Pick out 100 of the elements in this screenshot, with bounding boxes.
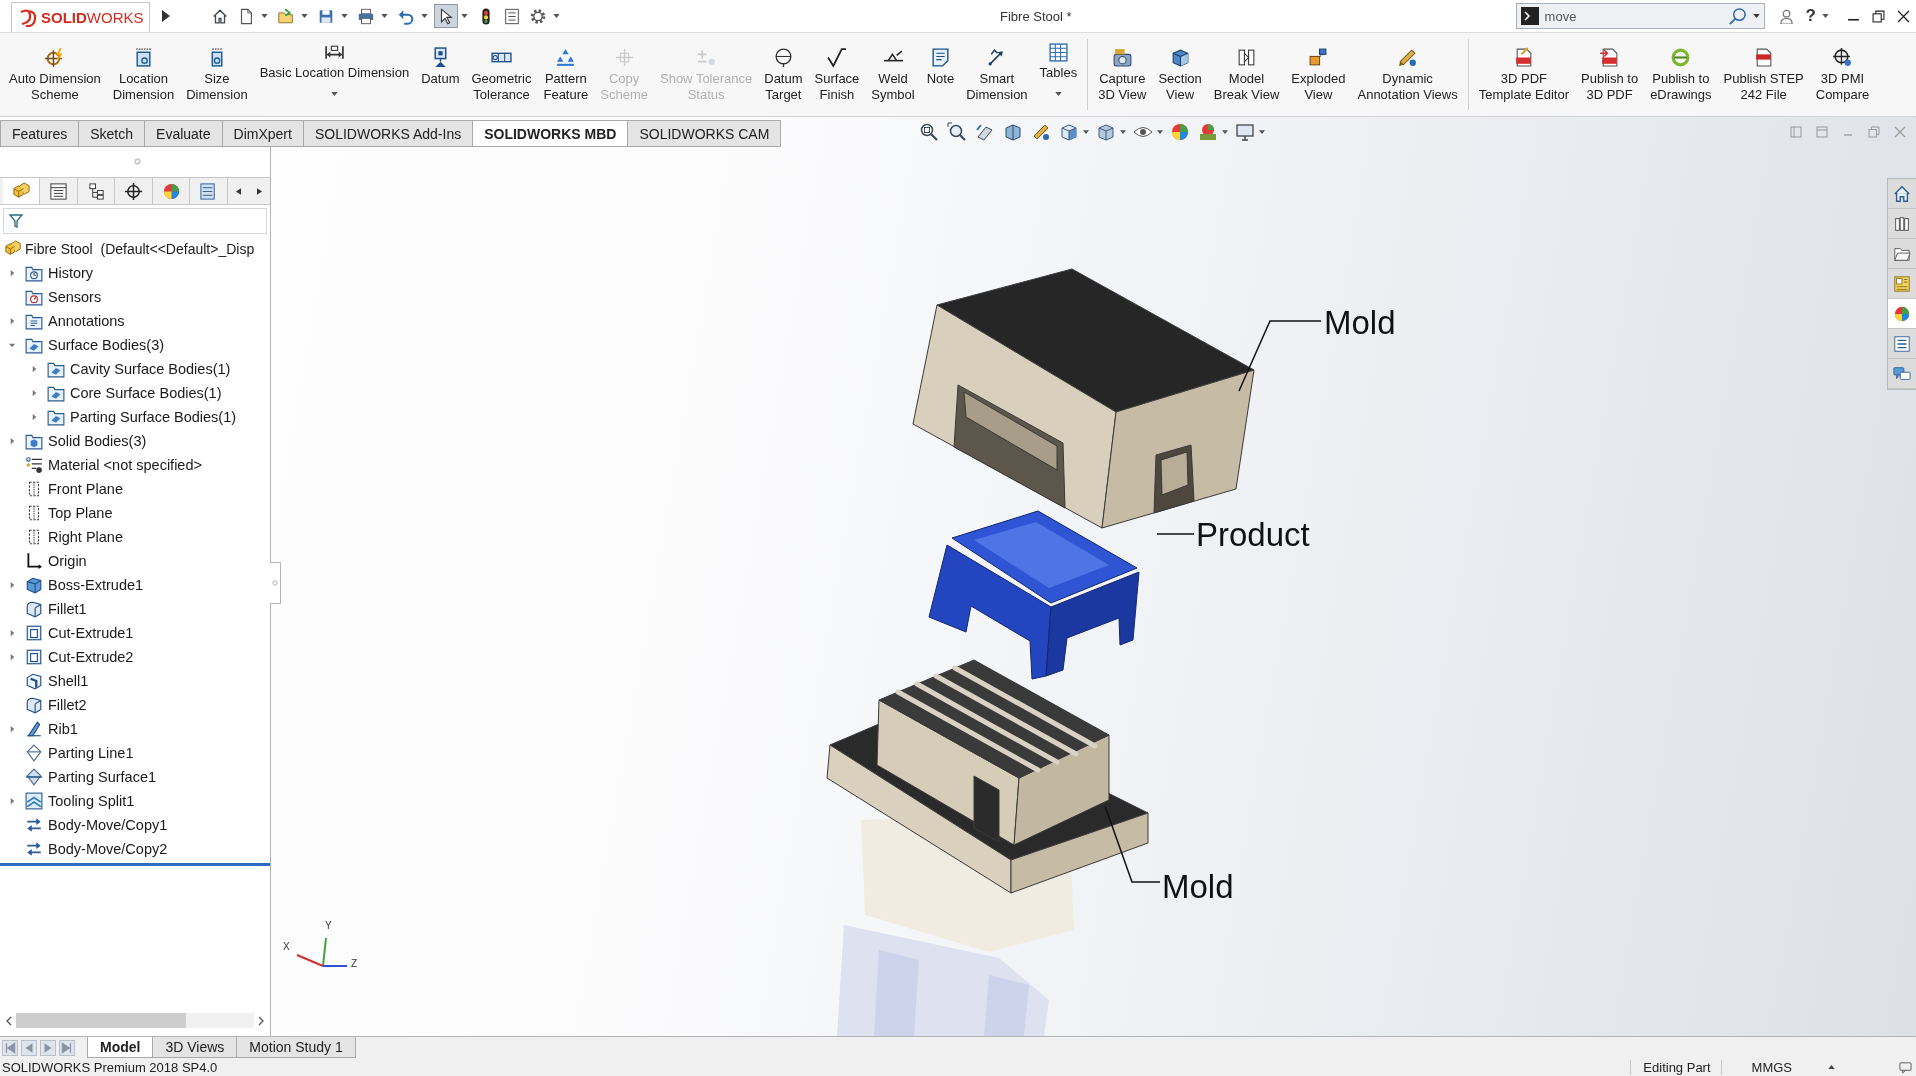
toolbar-button[interactable] [434, 4, 458, 28]
triangle-right-icon[interactable] [9, 317, 16, 325]
ribbon-button[interactable]: Datum [415, 33, 466, 116]
ribbon-button[interactable]: Note [920, 33, 961, 116]
ribbon-button[interactable]: Smart Dimension [960, 33, 1034, 116]
task-pane-tab[interactable] [1888, 209, 1916, 239]
tree-item[interactable]: Annotations [48, 313, 125, 329]
view-toolbar-button[interactable] [1058, 121, 1080, 143]
ribbon-button[interactable]: Weld Symbol [865, 33, 921, 116]
tree-item[interactable]: Parting Line1 [48, 745, 134, 761]
ribbon-button[interactable]: Capture 3D View [1092, 33, 1153, 116]
command-tab[interactable]: DimXpert [221, 120, 304, 147]
caret-icon[interactable] [261, 14, 268, 18]
search-field[interactable]: move [1544, 8, 1722, 24]
user-icon[interactable] [1778, 8, 1794, 24]
close-icon[interactable] [1897, 9, 1910, 23]
caret-icon[interactable] [1054, 92, 1062, 96]
tree-item[interactable]: Top Plane [48, 505, 113, 521]
task-pane-tab[interactable] [1888, 239, 1916, 269]
view-toolbar-button[interactable] [918, 121, 940, 143]
ribbon-button[interactable]: Tables [1033, 33, 1084, 116]
triangle-right-icon[interactable] [9, 653, 16, 661]
triangle-right-icon[interactable] [9, 581, 16, 589]
command-tab[interactable]: SOLIDWORKS CAM [627, 120, 782, 147]
view-toolbar-button[interactable] [1169, 121, 1191, 143]
chevron-right-icon[interactable] [258, 1015, 264, 1026]
panel-handle[interactable] [270, 562, 281, 604]
triangle-right-icon[interactable] [31, 365, 38, 373]
restore-icon[interactable] [1872, 9, 1885, 23]
command-tab[interactable]: Evaluate [144, 120, 223, 147]
triangle-right-icon[interactable] [9, 437, 16, 445]
caret-up-icon[interactable] [1828, 1065, 1835, 1069]
tree-item[interactable]: Core Surface Bodies(1) [70, 385, 222, 401]
tree-item[interactable]: Fillet2 [48, 697, 87, 713]
caret-icon[interactable] [330, 92, 338, 96]
command-tab[interactable]: Features [0, 120, 80, 147]
tree-item[interactable]: Body-Move/Copy1 [48, 817, 168, 833]
tree-item[interactable]: Material <not specified> [48, 457, 202, 473]
tree-item[interactable]: Parting Surface1 [48, 769, 156, 785]
tree-item[interactable]: Cavity Surface Bodies(1) [70, 361, 231, 377]
units-selector[interactable]: MMGS [1720, 1059, 1804, 1075]
command-tab[interactable]: SOLIDWORKS MBD [472, 120, 629, 147]
bottom-tab[interactable]: Motion Study 1 [236, 1037, 356, 1058]
tree-item[interactable]: Fibre Stool (Default<<Default>_Disp [25, 241, 255, 257]
task-pane-tab[interactable] [1888, 359, 1916, 389]
triangle-right-icon[interactable] [31, 389, 38, 397]
ribbon-button[interactable]: 3D PMI Compare [1809, 33, 1876, 116]
skip-first-icon[interactable] [2, 1039, 18, 1056]
ribbon-button[interactable]: Dynamic Annotation Views [1351, 33, 1464, 116]
caret-icon[interactable] [421, 14, 428, 18]
triangle-right-icon[interactable] [9, 269, 16, 277]
scrollbar-track[interactable] [16, 1013, 254, 1028]
tree-item[interactable]: Surface Bodies(3) [48, 337, 165, 353]
task-pane-tab[interactable] [1888, 179, 1916, 209]
tree-item[interactable]: Rib1 [48, 721, 78, 737]
tree-item[interactable]: Origin [48, 553, 87, 569]
tree-item[interactable]: Boss-Extrude1 [48, 577, 144, 593]
tree-item[interactable]: Shell1 [48, 673, 89, 689]
view-toolbar-button[interactable] [1197, 121, 1219, 143]
tree-item[interactable]: Solid Bodies(3) [48, 433, 147, 449]
tree-item[interactable]: Cut-Extrude1 [48, 625, 134, 641]
ribbon-button[interactable]: Publish STEP 242 File [1717, 33, 1810, 116]
triangle-right-icon[interactable] [9, 797, 16, 805]
triangle-right-icon[interactable] [9, 629, 16, 637]
caret-icon[interactable] [553, 14, 560, 18]
command-tab[interactable]: SOLIDWORKS Add-Ins [302, 120, 474, 147]
ribbon-button[interactable]: Basic Location Dimension [253, 33, 416, 116]
chevron-left-icon[interactable] [6, 1015, 12, 1026]
caret-icon[interactable] [1120, 130, 1126, 134]
bottom-tab[interactable]: Model [87, 1037, 154, 1058]
ribbon-button[interactable]: Section View [1152, 33, 1208, 116]
task-pane-tab[interactable] [1888, 299, 1916, 329]
filter-field[interactable] [3, 208, 267, 234]
tree-item[interactable]: Sensors [48, 289, 102, 305]
caret-icon[interactable] [1083, 130, 1089, 134]
caret-icon[interactable] [1157, 130, 1163, 134]
previous-icon[interactable] [21, 1039, 37, 1056]
tree-item[interactable]: Body-Move/Copy2 [48, 841, 168, 857]
ribbon-button[interactable]: Exploded View [1285, 33, 1352, 116]
view-toolbar-button[interactable] [1234, 121, 1256, 143]
ribbon-button[interactable]: Location Dimension [106, 33, 181, 116]
caret-icon[interactable] [381, 14, 388, 18]
caret-icon[interactable] [301, 14, 308, 18]
ribbon-button[interactable]: Datum Target [758, 33, 809, 116]
caret-icon[interactable] [461, 14, 468, 18]
ribbon-button[interactable]: Publish to 3D PDF [1575, 33, 1645, 116]
task-pane-tab[interactable] [1888, 329, 1916, 359]
triangle-right-icon[interactable] [9, 725, 16, 733]
ribbon-button[interactable]: Model Break View [1207, 33, 1286, 116]
tile-windows-icon[interactable] [1790, 126, 1802, 138]
search-icon[interactable] [1727, 6, 1747, 26]
tree-item[interactable]: Cut-Extrude2 [48, 649, 134, 665]
logo-tab[interactable]: SOLIDWORKS [11, 2, 150, 32]
tree-item[interactable]: Tooling Split1 [48, 793, 135, 809]
drag-handle-icon[interactable] [133, 157, 141, 165]
command-tab[interactable]: Sketch [78, 120, 146, 147]
caret-icon[interactable] [1222, 130, 1228, 134]
ribbon-button[interactable]: Geometric Tolerance [465, 33, 538, 116]
scrollbar-thumb[interactable] [16, 1013, 186, 1028]
view-toolbar-button[interactable] [946, 121, 968, 143]
